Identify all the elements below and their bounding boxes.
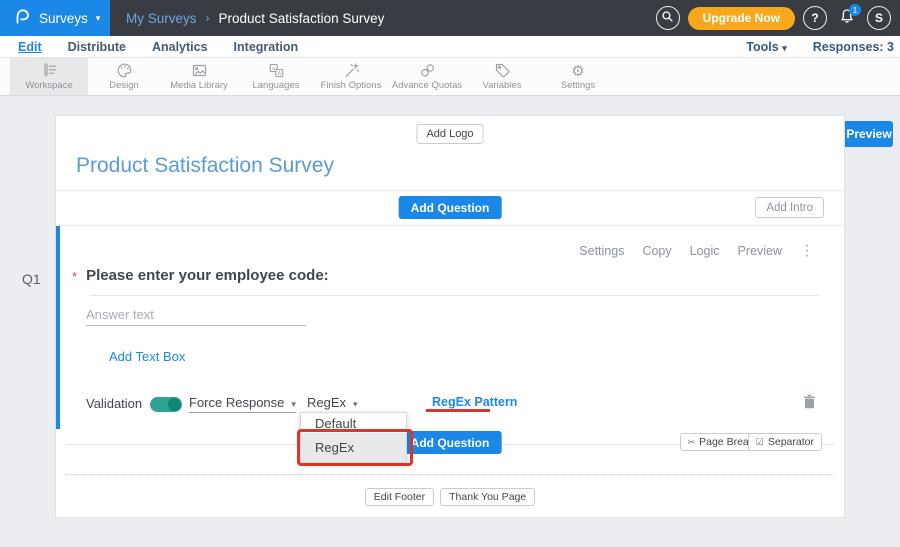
menu-item-regex[interactable]: RegEx — [301, 433, 406, 462]
menu-item-default[interactable]: Default — [301, 413, 406, 433]
topbar-actions: Upgrade Now ? 1 S — [656, 0, 891, 36]
scissors-icon: ✂ — [688, 437, 696, 448]
image-icon — [160, 62, 238, 79]
question-actions: Settings Copy Logic Preview ⋮ — [579, 242, 814, 259]
add-text-box-link[interactable]: Add Text Box — [109, 349, 185, 364]
question-mark-icon: ? — [811, 11, 818, 25]
survey-canvas: Add Logo Product Satisfaction Survey Add… — [55, 115, 845, 518]
checkbox-icon: ☑ — [756, 437, 764, 448]
validation-toggle[interactable] — [150, 397, 182, 412]
validation-label: Validation — [86, 396, 142, 411]
regex-pattern-link[interactable]: RegEx Pattern — [432, 395, 517, 409]
toolbar-item-media-library[interactable]: Media Library — [160, 58, 238, 95]
questionpro-logo-icon — [13, 6, 31, 31]
gear-icon: ⚙ — [539, 62, 617, 79]
tools-menu[interactable]: Tools ▾ — [746, 40, 786, 54]
responses-count[interactable]: Responses: 3 — [813, 40, 894, 54]
chain-links-icon — [388, 62, 466, 79]
question-text-row: * Please enter your employee code: — [72, 267, 329, 284]
toolbar-item-languages[interactable]: a A Languages — [237, 58, 315, 95]
palette-icon — [85, 62, 163, 79]
kebab-menu-icon[interactable]: ⋮ — [800, 242, 814, 259]
questionpro-survey-editor: Surveys ▾ My Surveys › Product Satisfact… — [0, 0, 900, 547]
add-question-button-bottom[interactable]: Add Question — [399, 431, 502, 454]
question-logic-link[interactable]: Logic — [690, 244, 720, 258]
magic-wand-icon — [312, 62, 390, 79]
thank-you-page-button[interactable]: Thank You Page — [440, 488, 535, 506]
validation-type-dropdown[interactable]: RegEx▾ — [307, 395, 358, 410]
tag-icon — [463, 62, 541, 79]
breadcrumb-separator: › — [206, 11, 210, 25]
chevron-down-icon: ▾ — [291, 399, 296, 409]
add-question-button-top[interactable]: Add Question — [399, 196, 502, 219]
toolbar-item-workspace[interactable]: Workspace — [10, 58, 88, 95]
tab-integration[interactable]: Integration — [234, 40, 299, 54]
divider — [56, 190, 844, 191]
required-asterisk: * — [72, 269, 77, 284]
help-button[interactable]: ? — [803, 6, 827, 30]
toolbar-item-advance-quotas[interactable]: Advance Quotas — [388, 58, 466, 95]
chevron-down-icon: ▾ — [782, 43, 787, 53]
avatar-initial: S — [875, 11, 883, 25]
chevron-down-icon: ▾ — [353, 399, 358, 409]
nav-right: Tools ▾ Responses: 3 — [746, 36, 894, 58]
question-card: Settings Copy Logic Preview ⋮ * Please e… — [56, 226, 844, 429]
force-response-dropdown[interactable]: Force Response▾ — [189, 395, 296, 413]
question-text[interactable]: Please enter your employee code: — [86, 267, 329, 284]
workspace-icon — [10, 62, 88, 79]
tab-distribute[interactable]: Distribute — [68, 40, 126, 54]
validation-row: Validation Force Response▾ RegEx▾ RegEx … — [60, 393, 844, 415]
add-logo-button[interactable]: Add Logo — [416, 124, 483, 144]
toolbar-item-design[interactable]: Design — [85, 58, 163, 95]
edit-footer-button[interactable]: Edit Footer — [365, 488, 434, 506]
toolbar-item-finish-options[interactable]: Finish Options — [312, 58, 390, 95]
toggle-knob — [168, 398, 181, 411]
question-underline — [89, 295, 819, 296]
tab-edit[interactable]: Edit — [18, 40, 42, 54]
question-copy-link[interactable]: Copy — [642, 244, 671, 258]
user-avatar[interactable]: S — [867, 6, 891, 30]
app-menu-label: Surveys — [39, 11, 88, 26]
trash-icon[interactable] — [803, 394, 816, 414]
translate-icon: a A — [237, 62, 315, 79]
search-icon — [661, 10, 674, 26]
question-settings-link[interactable]: Settings — [579, 244, 624, 258]
breadcrumb: My Surveys › Product Satisfaction Survey — [126, 0, 384, 36]
toolbar-item-settings[interactable]: ⚙ Settings — [539, 58, 617, 95]
svg-text:A: A — [277, 71, 281, 77]
notifications-button[interactable]: 1 — [835, 6, 859, 30]
nav-tabs: Edit Distribute Analytics Integration — [18, 36, 298, 58]
toolbar-item-variables[interactable]: Variables — [463, 58, 541, 95]
search-button[interactable] — [656, 6, 680, 30]
survey-footer-buttons: Edit Footer Thank You Page — [56, 488, 844, 506]
add-intro-button[interactable]: Add Intro — [755, 197, 824, 218]
notification-badge: 1 — [849, 4, 861, 16]
survey-nav-bar: Edit Distribute Analytics Integration To… — [0, 36, 900, 58]
dotted-divider — [66, 474, 834, 475]
editor-toolbar: Workspace Design Media Library — [0, 58, 900, 96]
top-bar: Surveys ▾ My Surveys › Product Satisfact… — [0, 0, 900, 36]
upgrade-now-button[interactable]: Upgrade Now — [688, 7, 795, 30]
tab-analytics[interactable]: Analytics — [152, 40, 208, 54]
breadcrumb-current-survey: Product Satisfaction Survey — [219, 11, 385, 26]
surveys-app-menu[interactable]: Surveys ▾ — [0, 0, 110, 36]
validation-type-menu: Default RegEx — [300, 412, 407, 463]
survey-title[interactable]: Product Satisfaction Survey — [76, 154, 334, 178]
question-number-label: Q1 — [22, 271, 41, 287]
answer-text-input[interactable] — [86, 304, 306, 326]
separator-button[interactable]: ☑ Separator — [748, 433, 822, 451]
chevron-down-icon: ▾ — [96, 14, 101, 23]
question-preview-link[interactable]: Preview — [738, 244, 782, 258]
breadcrumb-my-surveys[interactable]: My Surveys — [126, 11, 197, 26]
